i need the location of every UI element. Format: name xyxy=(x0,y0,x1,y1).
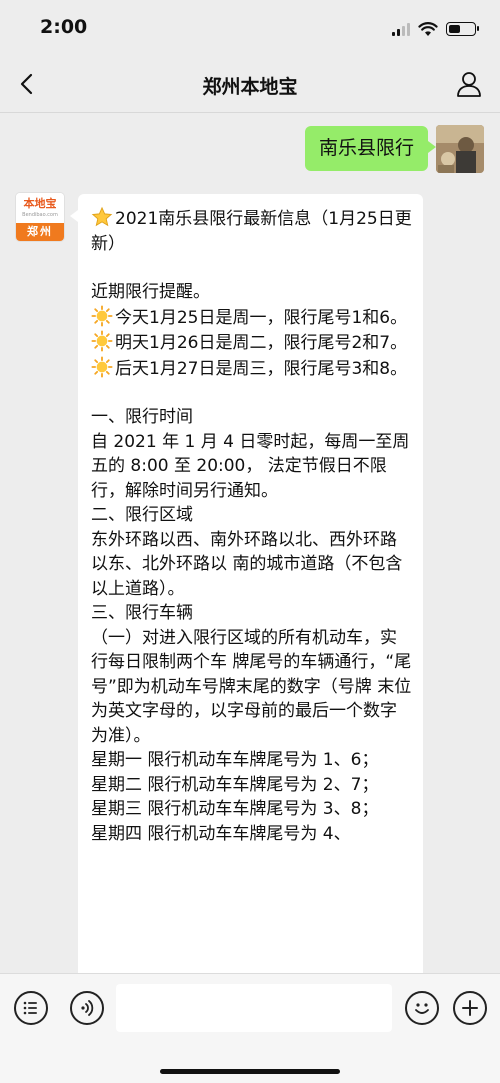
star-icon xyxy=(91,206,113,228)
input-bar xyxy=(0,973,500,1083)
chat-area[interactable]: 南乐县限行 本地宝 Bendibao.com 郑州 2021南乐县限行最新信息（… xyxy=(0,113,500,973)
message-line-text: 2021南乐县限行最新信息（1月25日更新） xyxy=(91,209,412,254)
message-input[interactable] xyxy=(116,984,392,1032)
message-line-text: 二、限行区域 xyxy=(91,505,193,525)
message-line-text: 后天1月27日是周三，限行尾号3和8。 xyxy=(115,358,408,379)
message-line: 2021南乐县限行最新信息（1月25日更新） xyxy=(91,206,413,256)
message-line: 东外环路以西、南外环路以北、西外环路以东、北外环路以 南的城市道路（不包含以上道… xyxy=(91,528,413,602)
signal-icon xyxy=(392,22,410,36)
message-line-text: 近期限行提醒。 xyxy=(91,282,210,302)
message-line: 星期三 限行机动车车牌尾号为 3、8； xyxy=(91,797,413,822)
user-avatar[interactable] xyxy=(436,125,484,173)
message-line-text: 一、限行时间 xyxy=(91,407,193,427)
message-line-text: 东外环路以西、南外环路以北、西外环路以东、北外环路以 南的城市道路（不包含以上道… xyxy=(91,529,403,599)
sun-icon xyxy=(91,355,113,378)
smiley-icon xyxy=(415,1003,429,1014)
page-title: 郑州本地宝 xyxy=(202,76,298,98)
add-button[interactable] xyxy=(453,991,487,1025)
sun-icon xyxy=(91,330,113,352)
message-line-text: 三、限行车辆 xyxy=(91,603,193,623)
avatar-brand: 本地宝 xyxy=(23,197,57,210)
message-line-text: 自 2021 年 1 月 4 日零时起，每周一至周五的 8:00 至 20:00… xyxy=(91,431,410,501)
outgoing-message[interactable]: 南乐县限行 xyxy=(304,126,437,171)
nav-bar: 郑州本地宝 xyxy=(0,56,500,113)
message-line-text: 星期三 限行机动车车牌尾号为 3、8； xyxy=(91,799,379,819)
message-line: 星期二 限行机动车车牌尾号为 2、7； xyxy=(91,773,413,798)
list-icon xyxy=(23,1001,37,1015)
message-line: （一）对进入限行区域的所有机动车，实行每日限制两个车 牌尾号的车辆通行，“尾号”… xyxy=(91,626,413,749)
incoming-message[interactable]: 2021南乐县限行最新信息（1月25日更新） 近期限行提醒。今天1月25日是周一，… xyxy=(70,194,423,973)
avatar-city: 郑州 xyxy=(16,223,64,241)
message-line: 近期限行提醒。 xyxy=(91,280,413,305)
message-line-text: 星期一 限行机动车车牌尾号为 1、6； xyxy=(91,750,379,770)
battery-icon xyxy=(446,22,479,36)
message-line-text: 今天1月25日是周一，限行尾号1和6。 xyxy=(115,307,408,328)
person-icon[interactable] xyxy=(454,69,484,99)
menu-button[interactable] xyxy=(14,991,48,1025)
avatar-domain: Bendibao.com xyxy=(22,212,58,218)
sun-icon xyxy=(91,304,113,327)
status-time: 2:00 xyxy=(40,16,88,38)
message-line-text: 星期四 限行机动车车牌尾号为 4、 xyxy=(91,823,351,844)
outgoing-message-text: 南乐县限行 xyxy=(318,137,414,159)
user-photo xyxy=(436,125,484,173)
status-bar: 2:00 xyxy=(0,0,500,56)
voice-button[interactable] xyxy=(70,991,104,1025)
message-line-text: 星期二 限行机动车车牌尾号为 2、7； xyxy=(91,774,379,795)
message-line: 一、限行时间 xyxy=(91,405,413,430)
message-line: 明天1月26日是周二，限行尾号2和7。 xyxy=(91,330,413,356)
voice-icon xyxy=(81,1000,94,1016)
emoji-button[interactable] xyxy=(405,991,439,1025)
message-line: 二、限行区域 xyxy=(91,503,413,528)
message-line: 星期四 限行机动车车牌尾号为 4、 xyxy=(91,822,413,847)
bot-avatar[interactable]: 本地宝 Bendibao.com 郑州 xyxy=(16,193,64,241)
message-line: 今天1月25日是周一，限行尾号1和6。 xyxy=(91,304,413,331)
status-icons xyxy=(392,20,479,38)
plus-icon xyxy=(462,1000,478,1016)
message-line: 后天1月27日是周三，限行尾号3和8。 xyxy=(91,355,413,382)
wifi-icon xyxy=(418,22,438,36)
message-line: 星期一 限行机动车车牌尾号为 1、6； xyxy=(91,748,413,773)
message-line-text: （一）对进入限行区域的所有机动车，实行每日限制两个车 牌尾号的车辆通行，“尾号”… xyxy=(91,627,412,746)
home-indicator xyxy=(160,1069,340,1074)
message-line-text: 明天1月26日是周二，限行尾号2和7。 xyxy=(115,333,408,353)
message-line: 自 2021 年 1 月 4 日零时起，每周一至周五的 8:00 至 20:00… xyxy=(91,430,413,504)
message-line: 三、限行车辆 xyxy=(91,601,413,626)
